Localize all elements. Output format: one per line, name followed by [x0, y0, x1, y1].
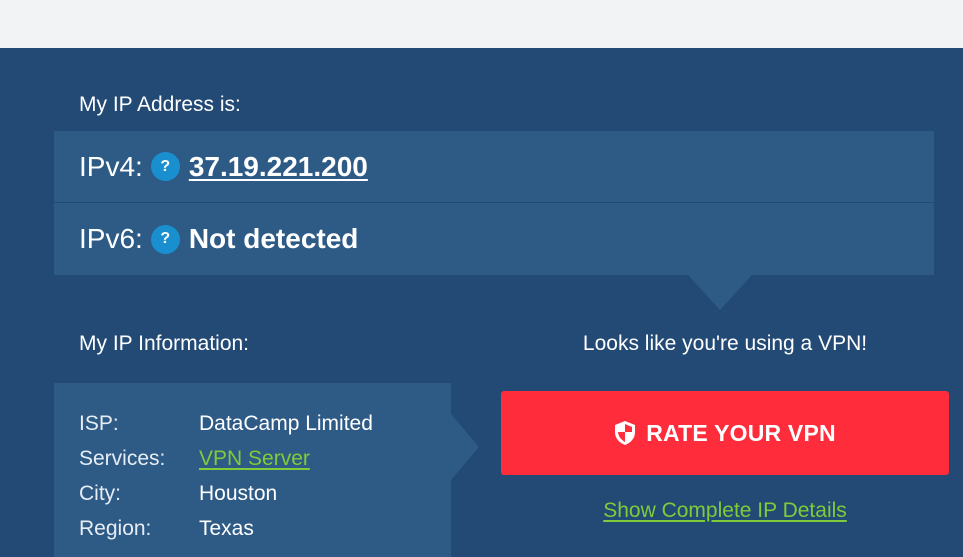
info-key-services: Services: — [79, 447, 166, 470]
ipv4-row: IPv4: ? 37.19.221.200 — [54, 131, 934, 202]
info-row-city: City: Houston — [79, 481, 277, 507]
my-ip-heading: My IP Address is: — [79, 93, 241, 116]
info-value-services-link[interactable]: VPN Server — [199, 446, 310, 472]
info-row-services: Services: VPN Server — [79, 446, 310, 472]
ip-info-heading: My IP Information: — [79, 332, 250, 355]
rate-your-vpn-label: RATE YOUR VPN — [646, 419, 836, 446]
rate-your-vpn-button[interactable]: RATE YOUR VPN — [501, 391, 949, 475]
ipv6-help-icon[interactable]: ? — [150, 224, 180, 254]
show-ip-details-link[interactable]: Show Complete IP Details — [500, 498, 950, 524]
info-key-region: Region: — [79, 517, 152, 540]
info-row-region: Region: Texas — [79, 516, 254, 542]
info-row-isp: ISP: DataCamp Limited — [79, 411, 373, 437]
ipv6-row: IPv6: ? Not detected — [54, 203, 934, 275]
info-value-region: Texas — [199, 517, 254, 540]
info-value-city: Houston — [199, 482, 278, 505]
info-key-isp: ISP: — [79, 412, 119, 435]
info-value-isp: DataCamp Limited — [199, 412, 373, 435]
callout-pointer-down — [688, 275, 752, 310]
info-key-city: City: — [79, 482, 121, 505]
ip-panel: My IP Address is: IPv4: ? 37.19.221.200 … — [0, 48, 963, 557]
ipv6-value: Not detected — [188, 223, 359, 254]
vpn-detected-message: Looks like you're using a VPN! — [582, 332, 868, 355]
ipv6-label: IPv6: — [79, 223, 143, 254]
info-box-pointer — [451, 414, 479, 480]
shield-icon — [614, 420, 636, 446]
ip-info-box: ISP: DataCamp Limited Services: VPN Serv… — [54, 383, 451, 557]
ipv4-help-icon[interactable]: ? — [150, 152, 180, 181]
top-bar — [0, 0, 963, 48]
ipv4-address-link[interactable]: 37.19.221.200 — [189, 151, 368, 183]
ipv4-label: IPv4: — [79, 150, 143, 182]
